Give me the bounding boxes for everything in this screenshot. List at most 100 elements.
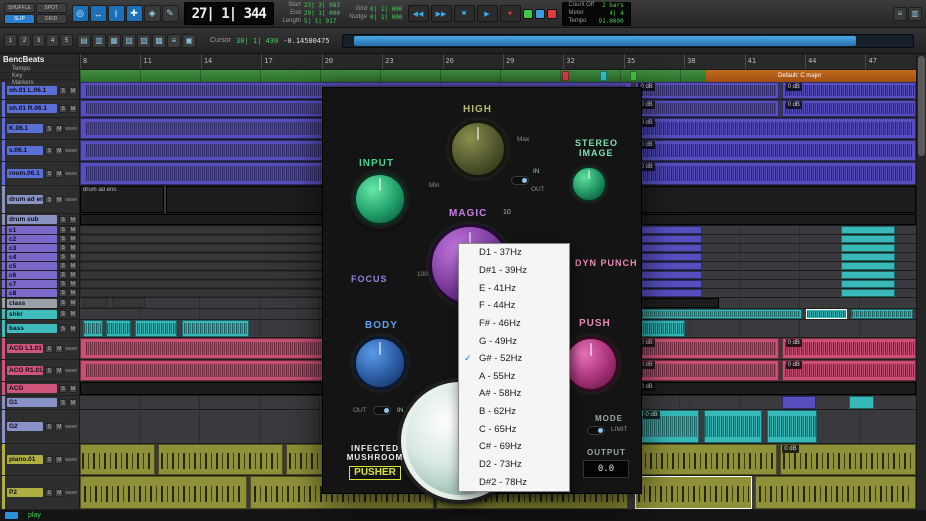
solo-button[interactable]: S <box>59 384 67 393</box>
solo-button[interactable]: S <box>45 169 54 178</box>
audio-clip[interactable]: drum ad ens <box>80 186 164 213</box>
audio-clip[interactable] <box>840 262 896 270</box>
track-header[interactable]: G1 S M <box>0 396 80 409</box>
track-header[interactable]: c1 S M <box>0 226 80 234</box>
mode-shuffle-button[interactable]: SHUFFLE <box>4 3 35 13</box>
record-indicator[interactable] <box>546 8 557 19</box>
track-view-selector[interactable]: wave <box>65 368 77 374</box>
main-counter[interactable]: 27| 1| 344 <box>192 6 267 22</box>
audio-clip[interactable] <box>80 476 248 509</box>
audio-clip[interactable] <box>840 280 896 288</box>
audio-clip[interactable] <box>157 444 284 475</box>
stereo-image-knob[interactable] <box>571 166 607 202</box>
vertical-scrollbar-thumb[interactable] <box>918 56 925 156</box>
audio-clip[interactable] <box>82 298 108 308</box>
track-header[interactable]: room.06.1 S Mwave <box>0 162 80 185</box>
timeline-overview-scrollbar[interactable] <box>341 33 914 48</box>
audio-clip[interactable] <box>105 320 131 337</box>
mute-button[interactable]: M <box>55 169 64 178</box>
audio-clip[interactable] <box>840 226 896 234</box>
audio-clip[interactable] <box>840 244 896 252</box>
mute-button[interactable]: M <box>69 398 77 407</box>
mode-spot-button[interactable]: SPOT <box>35 3 67 13</box>
audio-clip[interactable] <box>782 100 916 117</box>
track-view-selector[interactable]: wave <box>65 490 77 496</box>
solo-button[interactable]: S <box>45 366 54 375</box>
track-header[interactable]: shkr S M <box>0 309 80 319</box>
session-name[interactable]: BencBeats <box>0 54 79 65</box>
pencil-tool[interactable]: ✎ <box>161 5 179 22</box>
mute-button[interactable]: M <box>55 488 64 497</box>
track-header[interactable]: c5 S M <box>0 262 80 270</box>
bar-numbers[interactable]: 8 11 14 17 20 23 26 29 32 35 38 41 44 47 <box>80 54 926 70</box>
audio-clip[interactable] <box>703 410 763 443</box>
mute-button[interactable]: M <box>55 344 64 353</box>
audio-clip[interactable] <box>850 309 914 319</box>
marker-bar[interactable]: Default: C major <box>80 70 926 82</box>
input-knob[interactable] <box>353 172 407 226</box>
audio-clip[interactable] <box>635 382 916 395</box>
high-in-out-toggle[interactable] <box>511 176 529 185</box>
info-value[interactable]: 4| 4 <box>609 10 623 17</box>
solo-button[interactable]: S <box>59 398 67 407</box>
dropdown-item[interactable]: B - 62Hz <box>459 403 569 421</box>
toolbar-icon[interactable]: ▥ <box>92 33 106 48</box>
dropdown-item[interactable]: D1 - 37Hz <box>459 244 569 262</box>
track-header[interactable]: c4 S M <box>0 253 80 261</box>
grid-value[interactable]: 0| 1| 000 <box>370 6 403 13</box>
audio-clip[interactable] <box>135 320 177 337</box>
mute-button[interactable]: M <box>55 124 64 133</box>
toolbar-icon[interactable]: ▩ <box>152 33 166 48</box>
marker-flag[interactable] <box>629 71 637 81</box>
mode-grid-button[interactable]: GRID <box>35 14 67 24</box>
solo-button[interactable]: S <box>59 310 67 318</box>
toolbar-icon[interactable]: ▧ <box>122 33 136 48</box>
track-header[interactable]: c6 S M <box>0 271 80 279</box>
track-header[interactable]: P2 S Mwave <box>0 476 80 509</box>
solo-button[interactable]: S <box>59 271 67 279</box>
solo-button[interactable]: S <box>45 124 54 133</box>
marker-flag[interactable] <box>562 71 570 81</box>
solo-button[interactable]: S <box>59 86 67 95</box>
blue-status-indicator[interactable] <box>534 8 545 19</box>
audio-clip[interactable] <box>635 214 916 225</box>
dropdown-item[interactable]: E - 41Hz <box>459 279 569 297</box>
toolbar-icon[interactable]: ≡ <box>167 33 181 48</box>
track-header[interactable]: c3 S M <box>0 244 80 252</box>
dropdown-item[interactable]: F# - 46Hz <box>459 315 569 333</box>
ruler-row-tempo[interactable]: Tempo <box>0 65 79 72</box>
window-icon[interactable]: ▥ <box>908 6 922 21</box>
mute-button[interactable]: M <box>69 244 77 252</box>
key-signature-strip[interactable]: Default: C major <box>706 70 926 82</box>
dropdown-item[interactable]: D#1 - 39Hz <box>459 262 569 280</box>
track-header[interactable]: class S M <box>0 298 80 308</box>
audio-clip[interactable] <box>782 338 916 359</box>
dropdown-item[interactable]: A - 55Hz <box>459 367 569 385</box>
track-header[interactable]: oh.01 R.06.1 S M <box>0 100 80 117</box>
play-button[interactable]: ▶ <box>476 5 498 22</box>
marker-flag[interactable] <box>600 71 608 81</box>
track-view-selector[interactable]: wave <box>65 197 77 203</box>
audio-clip[interactable] <box>779 444 916 475</box>
audio-clip[interactable] <box>635 271 702 279</box>
mute-button[interactable]: M <box>69 324 77 333</box>
track-header[interactable]: ACG L1.01 S Mwave <box>0 338 80 359</box>
mode-toggle[interactable] <box>587 426 605 435</box>
audio-clip[interactable] <box>782 360 916 381</box>
zoom-tool[interactable]: ◎ <box>71 5 89 22</box>
zoom-preset-2[interactable]: 2 <box>18 34 31 47</box>
body-in-out-toggle[interactable] <box>373 406 391 415</box>
audio-clip[interactable] <box>840 271 896 279</box>
audio-clip[interactable] <box>635 162 916 185</box>
selection-value[interactable]: 23| 3| 083 <box>304 2 340 9</box>
output-value[interactable]: 0.0 <box>583 460 629 478</box>
audio-clip[interactable] <box>635 82 779 99</box>
dropdown-item[interactable]: ✓ G# - 52Hz <box>459 350 569 368</box>
dropdown-item[interactable]: A# - 58Hz <box>459 385 569 403</box>
audio-clip[interactable] <box>80 444 156 475</box>
solo-button[interactable]: S <box>45 422 54 431</box>
audio-clip[interactable] <box>635 262 702 270</box>
selector-tool[interactable]: I <box>107 5 125 22</box>
solo-button[interactable]: S <box>59 244 67 252</box>
mute-button[interactable]: M <box>69 104 77 113</box>
